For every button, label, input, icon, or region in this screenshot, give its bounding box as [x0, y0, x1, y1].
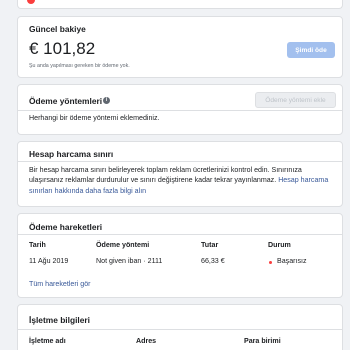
- divider: [18, 161, 342, 162]
- column-header-date: Tarih: [29, 241, 46, 249]
- spending-limit-title: Hesap harcama sınırı: [29, 149, 114, 159]
- info-icon[interactable]: i: [103, 97, 110, 104]
- spending-limit-description: Bir hesap harcama sınırı belirleyerek to…: [29, 165, 334, 196]
- column-header-amount: Tutar: [201, 241, 219, 249]
- column-header-business-name: İşletme adı: [29, 337, 66, 345]
- billing-page: Güncel bakiye € 101,82 Şu anda yapılması…: [0, 0, 350, 350]
- alert-icon: [27, 0, 35, 4]
- payment-methods-title: Ödeme yöntemleri: [29, 96, 103, 106]
- transaction-status: Başarısız: [277, 257, 307, 265]
- no-payment-method-text: Herhangi bir ödeme yöntemi eklemediniz.: [29, 114, 160, 122]
- transactions-title: Ödeme hareketleri: [29, 222, 103, 232]
- spending-limit-card: Hesap harcama sınırı Bir hesap harcama s…: [17, 141, 343, 207]
- business-info-title: İşletme bilgileri: [29, 315, 90, 325]
- column-header-address: Adres: [136, 337, 157, 345]
- top-alert-card: [17, 0, 343, 9]
- failed-status-dot: [269, 261, 272, 264]
- balance-amount: € 101,82: [29, 39, 96, 58]
- divider: [18, 234, 342, 235]
- business-info-card: İşletme bilgileri İşletme adı Adres Para…: [17, 304, 343, 350]
- transaction-method: Not given iban · 2111: [96, 257, 163, 265]
- column-header-payment-method: Ödeme yöntemi: [96, 241, 150, 249]
- balance-note: Şu anda yapılması gereken bir ödeme yok.: [29, 63, 130, 69]
- pay-now-button[interactable]: Şimdi öde: [287, 42, 335, 58]
- see-all-transactions-link[interactable]: Tüm hareketleri gör: [29, 280, 91, 288]
- payment-methods-card: Ödeme yöntemleri i Ödeme yöntemi ekle He…: [17, 84, 343, 135]
- transaction-amount: 66,33 €: [201, 257, 225, 265]
- divider: [18, 110, 342, 111]
- transaction-date: 11 Ağu 2019: [29, 257, 69, 265]
- column-header-status: Durum: [268, 241, 291, 249]
- transactions-card: Ödeme hareketleri Tarih Ödeme yöntemi Tu…: [17, 213, 343, 298]
- balance-card: Güncel bakiye € 101,82 Şu anda yapılması…: [17, 16, 343, 78]
- add-payment-method-button[interactable]: Ödeme yöntemi ekle: [255, 92, 336, 108]
- divider: [18, 329, 342, 330]
- spending-limit-text: Bir hesap harcama sınırı belirleyerek to…: [29, 166, 302, 185]
- column-header-currency: Para birimi: [244, 337, 281, 345]
- balance-title: Güncel bakiye: [29, 24, 86, 34]
